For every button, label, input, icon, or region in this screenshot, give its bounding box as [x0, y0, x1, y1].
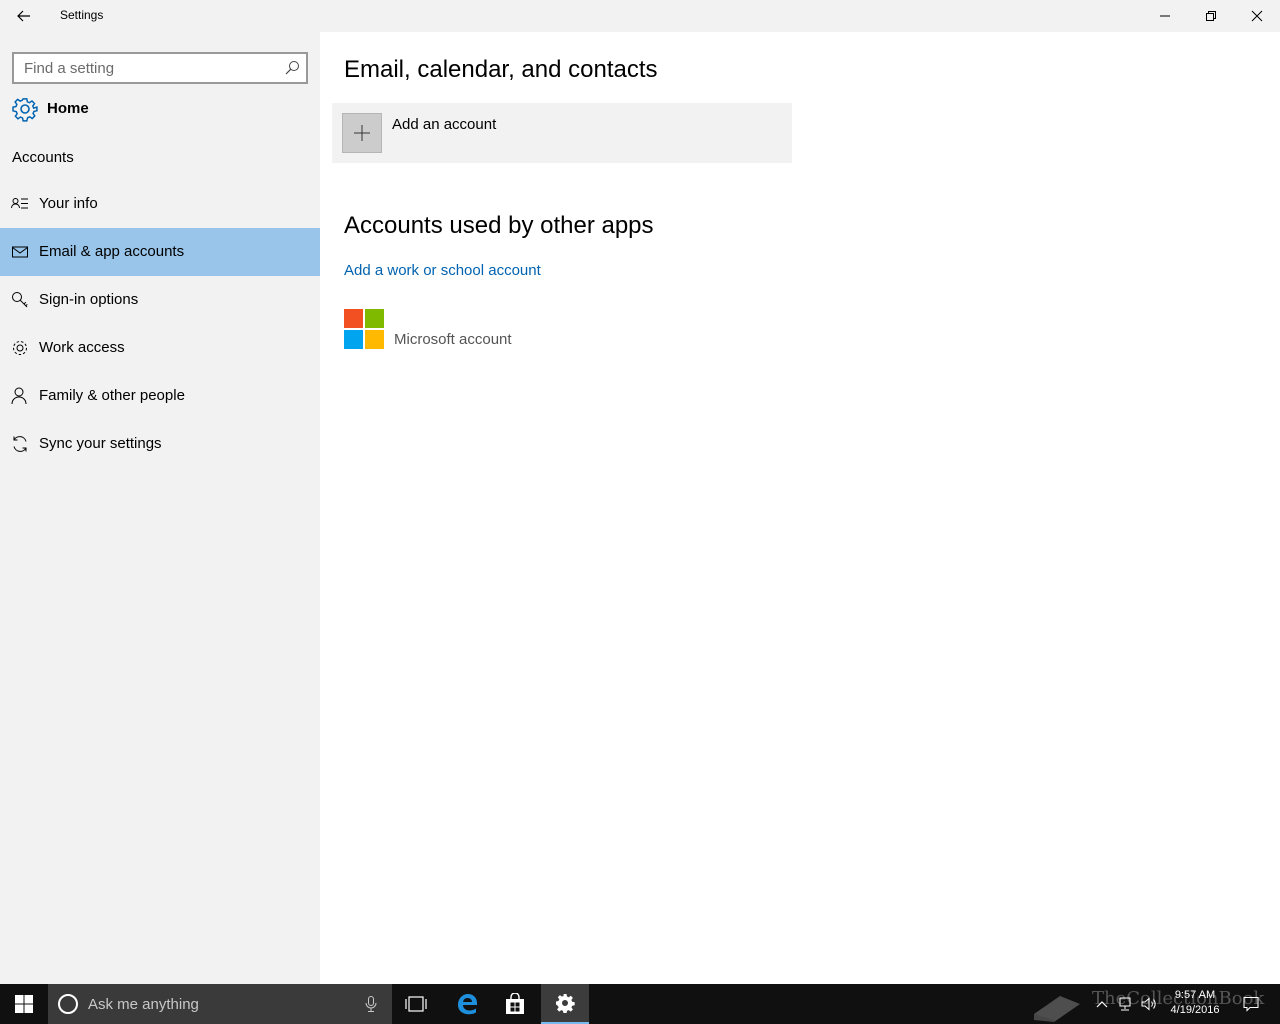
microsoft-account-entry[interactable]: Microsoft account [344, 309, 544, 349]
restore-icon [1206, 11, 1216, 21]
action-center-button[interactable] [1236, 984, 1266, 1024]
plus-icon [354, 125, 370, 141]
sidebar: Home Accounts Your info Email & app acco… [0, 32, 320, 984]
close-icon [1251, 10, 1263, 22]
clock-time: 9:57 AM [1174, 989, 1216, 1001]
minimize-icon [1160, 15, 1170, 17]
book-icon [1034, 996, 1080, 1022]
contact-card-icon [11, 198, 28, 209]
briefcase-gear-icon [13, 341, 27, 355]
sidebar-item-label: Sign-in options [39, 291, 139, 308]
add-work-school-account-link[interactable]: Add a work or school account [344, 262, 541, 279]
title-bar: Settings [0, 0, 1280, 32]
main-content: Email, calendar, and contacts Add an acc… [320, 32, 1280, 984]
search-icon[interactable] [284, 60, 300, 76]
store-button[interactable] [491, 984, 539, 1024]
notification-icon [1243, 997, 1259, 1012]
microphone-icon[interactable] [364, 996, 378, 1012]
close-button[interactable] [1234, 0, 1280, 32]
sidebar-item-label: Your info [39, 195, 98, 212]
sidebar-item-family-other-people[interactable]: Family & other people [0, 372, 320, 420]
chevron-up-icon [1096, 1001, 1108, 1008]
network-tray-button[interactable] [1114, 984, 1136, 1024]
sidebar-item-label: Email & app accounts [39, 243, 185, 260]
sidebar-item-label: Work access [39, 339, 125, 356]
restore-button[interactable] [1188, 0, 1234, 32]
edge-browser-button[interactable] [443, 984, 491, 1024]
add-account-button[interactable]: Add an account [332, 103, 792, 163]
task-view-icon [405, 996, 427, 1012]
sidebar-item-sign-in-options[interactable]: Sign-in options [0, 276, 320, 324]
plus-tile [342, 113, 382, 153]
volume-tray-button[interactable] [1138, 984, 1160, 1024]
sidebar-item-label: Sync your settings [39, 435, 162, 452]
start-button[interactable] [0, 984, 48, 1024]
sidebar-item-your-info[interactable]: Your info [0, 180, 320, 228]
back-button[interactable] [0, 0, 48, 32]
clock-date: 4/19/2016 [1170, 1004, 1220, 1016]
section-heading-other-apps: Accounts used by other apps [344, 212, 654, 239]
section-label: Accounts [12, 149, 74, 166]
sync-icon [13, 436, 27, 452]
cortana-search-input[interactable] [88, 984, 358, 1024]
home-label: Home [47, 100, 89, 117]
window-title: Settings [60, 8, 104, 22]
windows-logo-icon [15, 995, 33, 1013]
mail-icon [12, 246, 28, 258]
add-account-label: Add an account [392, 116, 497, 133]
taskbar-clock[interactable]: 9:57 AM 4/19/2016 [1162, 988, 1228, 1018]
back-arrow-icon [17, 10, 30, 22]
section-heading-email: Email, calendar, and contacts [344, 56, 658, 83]
sidebar-item-label: Family & other people [39, 387, 185, 404]
home-nav[interactable]: Home [0, 92, 320, 126]
microsoft-account-label: Microsoft account [394, 331, 512, 348]
task-view-button[interactable] [392, 984, 440, 1024]
settings-search-box[interactable] [12, 52, 308, 84]
key-icon [12, 292, 28, 308]
cortana-search-box[interactable] [48, 984, 392, 1024]
minimize-button[interactable] [1142, 0, 1188, 32]
store-bag-icon [506, 993, 524, 1014]
show-hidden-icons-button[interactable] [1092, 984, 1112, 1024]
settings-taskbar-button[interactable] [541, 984, 589, 1024]
network-icon [1119, 997, 1131, 1011]
volume-icon [1141, 997, 1156, 1011]
gear-icon [556, 994, 575, 1013]
edge-icon [458, 994, 477, 1015]
taskbar: TheCollectionBook 9:57 AM 4/19/2016 [0, 984, 1280, 1024]
settings-search-input[interactable] [14, 54, 278, 82]
microsoft-logo-icon [344, 309, 384, 349]
person-icon [11, 387, 27, 405]
gear-icon [12, 98, 38, 122]
sidebar-item-sync-your-settings[interactable]: Sync your settings [0, 420, 320, 468]
sidebar-item-email-app-accounts[interactable]: Email & app accounts [0, 228, 320, 276]
sidebar-item-work-access[interactable]: Work access [0, 324, 320, 372]
cortana-icon [58, 994, 78, 1014]
